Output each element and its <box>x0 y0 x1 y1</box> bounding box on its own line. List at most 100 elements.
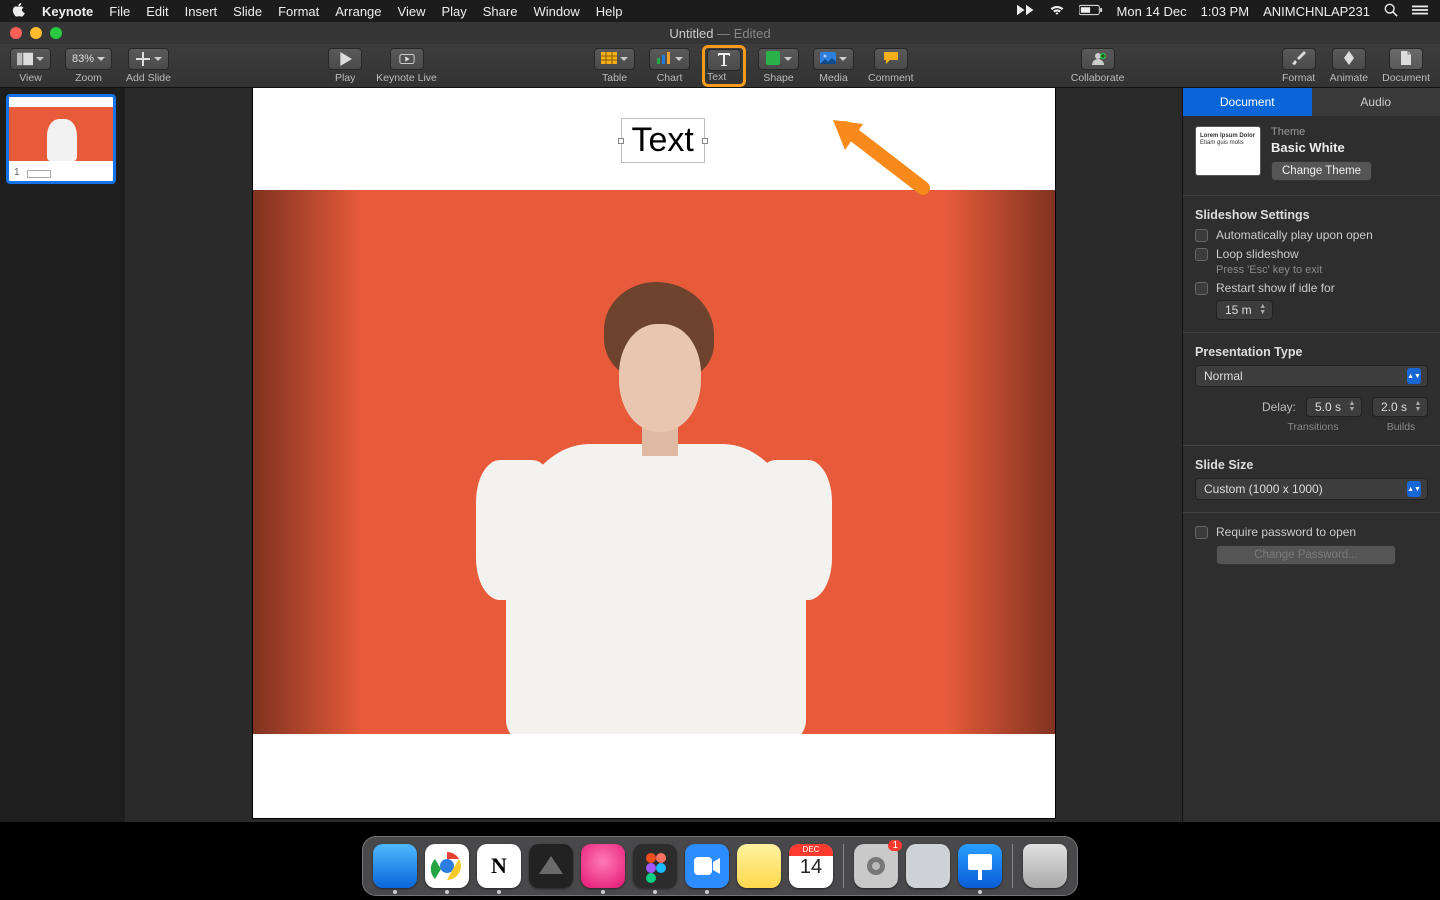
builds-delay-field[interactable]: 2.0 s▲▼ <box>1372 397 1428 417</box>
doc-state: — Edited <box>717 26 770 41</box>
dock-preview[interactable] <box>906 844 950 888</box>
brush-icon <box>1291 51 1307 68</box>
collaborate-button[interactable] <box>1081 48 1115 70</box>
text-button[interactable] <box>707 49 741 71</box>
keynote-live-button[interactable] <box>390 48 424 70</box>
loop-label: Loop slideshow <box>1216 247 1299 261</box>
titlebar: Untitled — Edited <box>0 22 1440 44</box>
add-slide-button[interactable] <box>128 48 169 70</box>
change-theme-button[interactable]: Change Theme <box>1271 161 1372 181</box>
canvas[interactable]: Text <box>125 88 1182 822</box>
tab-document[interactable]: Document <box>1183 88 1312 116</box>
presentation-type-heading: Presentation Type <box>1195 345 1428 359</box>
add-slide-label: Add Slide <box>126 72 171 84</box>
chart-button[interactable] <box>649 48 690 70</box>
view-button[interactable] <box>10 48 51 70</box>
autoplay-label: Automatically play upon open <box>1216 228 1373 242</box>
apple-icon[interactable] <box>12 3 26 20</box>
menu-arrange[interactable]: Arrange <box>335 4 381 19</box>
builds-caption: Builds <box>1374 421 1428 433</box>
password-checkbox[interactable] <box>1195 526 1208 539</box>
restart-checkbox[interactable] <box>1195 282 1208 295</box>
status-time[interactable]: 1:03 PM <box>1201 4 1249 19</box>
menu-insert[interactable]: Insert <box>185 4 218 19</box>
delay-label: Delay: <box>1262 400 1296 414</box>
loop-checkbox[interactable] <box>1195 248 1208 261</box>
select-arrows-icon: ▲▼ <box>1407 368 1421 384</box>
text-icon <box>716 52 732 69</box>
slide-size-heading: Slide Size <box>1195 458 1428 472</box>
transitions-caption: Transitions <box>1286 421 1340 433</box>
menu-help[interactable]: Help <box>596 4 623 19</box>
autoplay-checkbox[interactable] <box>1195 229 1208 242</box>
dock-dark-app[interactable] <box>529 844 573 888</box>
tab-audio[interactable]: Audio <box>1312 88 1440 116</box>
media-label: Media <box>819 72 848 84</box>
doc-title: Untitled <box>669 26 713 41</box>
menu-share[interactable]: Share <box>483 4 518 19</box>
transitions-stepper[interactable]: ▲▼ <box>1347 401 1357 413</box>
comment-icon <box>883 51 899 68</box>
media-button[interactable] <box>813 48 854 70</box>
document-pane-label: Document <box>1382 72 1430 84</box>
fastforward-icon[interactable] <box>1017 4 1035 19</box>
menu-view[interactable]: View <box>398 4 426 19</box>
text-box[interactable]: Text <box>621 118 705 163</box>
dock-sysprefs[interactable]: 1 <box>854 844 898 888</box>
menu-format[interactable]: Format <box>278 4 319 19</box>
slide-image[interactable] <box>253 190 1055 734</box>
select-arrows-icon: ▲▼ <box>1407 481 1421 497</box>
keynote-live-label: Keynote Live <box>376 72 437 84</box>
presentation-type-select[interactable]: Normal▲▼ <box>1195 365 1428 387</box>
menu-play[interactable]: Play <box>441 4 466 19</box>
dock-notion[interactable]: N <box>477 844 521 888</box>
macos-menubar: Keynote File Edit Insert Slide Format Ar… <box>0 0 1440 22</box>
builds-stepper[interactable]: ▲▼ <box>1413 401 1423 413</box>
zoom-select[interactable]: 83% <box>65 48 112 70</box>
menu-slide[interactable]: Slide <box>233 4 262 19</box>
control-center-icon[interactable] <box>1412 4 1428 19</box>
slide-thumbnail-1[interactable]: 1 <box>6 94 116 184</box>
app-name[interactable]: Keynote <box>42 4 93 19</box>
loop-hint: Press 'Esc' key to exit <box>1216 264 1428 276</box>
spotlight-icon[interactable] <box>1384 3 1398 20</box>
status-user[interactable]: ANIMCHNLAP231 <box>1263 4 1370 19</box>
dock-keynote[interactable] <box>958 844 1002 888</box>
play-button[interactable] <box>328 48 362 70</box>
resize-handle-left[interactable] <box>618 138 624 144</box>
dock-figma[interactable] <box>633 844 677 888</box>
dock-trash[interactable] <box>1023 844 1067 888</box>
toolbar: View 83% Zoom Add Slide Play Keynote Liv… <box>0 44 1440 88</box>
wifi-icon[interactable] <box>1049 4 1065 19</box>
chart-icon <box>656 51 672 68</box>
dock-pink-app[interactable] <box>581 844 625 888</box>
animate-pane-button[interactable] <box>1332 48 1366 70</box>
menu-file[interactable]: File <box>109 4 130 19</box>
slide[interactable]: Text <box>253 88 1055 818</box>
shape-button[interactable] <box>758 48 799 70</box>
menu-window[interactable]: Window <box>533 4 579 19</box>
table-label: Table <box>602 72 627 84</box>
text-label: Text <box>707 71 726 83</box>
battery-icon[interactable] <box>1079 4 1103 19</box>
dock-finder[interactable] <box>373 844 417 888</box>
text-box-value[interactable]: Text <box>632 121 694 159</box>
document-icon <box>1398 51 1414 68</box>
transitions-delay-field[interactable]: 5.0 s▲▼ <box>1306 397 1362 417</box>
dock-calendar[interactable]: DEC14 <box>789 844 833 888</box>
dock-chrome[interactable] <box>425 844 469 888</box>
resize-handle-right[interactable] <box>702 138 708 144</box>
shape-label: Shape <box>763 72 793 84</box>
idle-time-field[interactable]: 15 m▲▼ <box>1216 300 1273 320</box>
dock-zoom[interactable] <box>685 844 729 888</box>
comment-button[interactable] <box>874 48 908 70</box>
status-date[interactable]: Mon 14 Dec <box>1117 4 1187 19</box>
slide-size-select[interactable]: Custom (1000 x 1000)▲▼ <box>1195 478 1428 500</box>
table-button[interactable] <box>594 48 635 70</box>
format-pane-button[interactable] <box>1282 48 1316 70</box>
idle-stepper[interactable]: ▲▼ <box>1258 304 1268 316</box>
document-pane-button[interactable] <box>1389 48 1423 70</box>
menu-edit[interactable]: Edit <box>146 4 168 19</box>
slide-navigator[interactable]: 1 <box>0 88 125 822</box>
dock-notes[interactable] <box>737 844 781 888</box>
